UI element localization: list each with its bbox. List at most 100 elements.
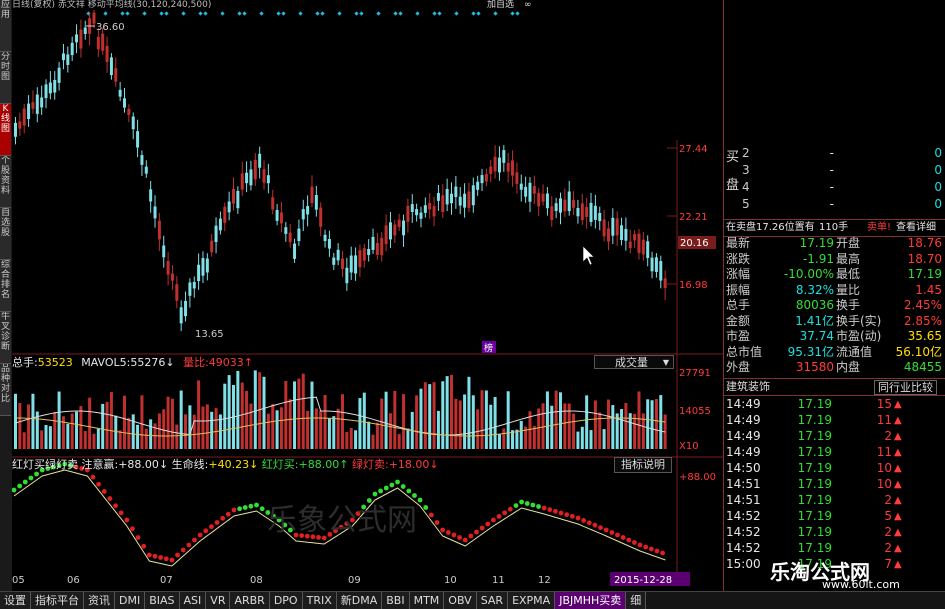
bid-volume: 0 bbox=[934, 197, 942, 211]
ratio-arrow-icon: ↑ bbox=[243, 356, 254, 369]
bottom-tab[interactable]: BIAS bbox=[145, 592, 180, 609]
candle bbox=[44, 84, 48, 99]
bottom-tab[interactable]: ASI bbox=[179, 592, 207, 609]
marker-label[interactable]: 榜 bbox=[484, 342, 493, 354]
quote-value: 35.65 bbox=[907, 329, 942, 343]
candle bbox=[572, 200, 576, 208]
volume-bar bbox=[646, 399, 650, 449]
volume-bar bbox=[205, 404, 209, 449]
bid-level[interactable]: 4 - 0 bbox=[724, 180, 945, 195]
sidebar-tab[interactable]: 综合排名 bbox=[0, 260, 11, 312]
volume-bar bbox=[484, 390, 488, 449]
volume-bar bbox=[515, 429, 519, 449]
sidebar-tab[interactable]: 品种对比 bbox=[0, 364, 11, 416]
candle bbox=[319, 207, 323, 227]
diamond-mark bbox=[125, 11, 130, 16]
candle bbox=[541, 193, 545, 202]
volume-bar bbox=[493, 397, 497, 449]
diamond-mark bbox=[198, 11, 203, 16]
order-notice[interactable]: 在卖盘17.26位置有 110手 卖单! 查看详细 bbox=[724, 219, 945, 237]
sell-dot bbox=[146, 552, 152, 558]
candle bbox=[502, 150, 506, 163]
chart-area[interactable]: 36.60 13.65 27.44 22.21 16.98 20.16 榜 27… bbox=[12, 10, 723, 591]
bottom-tab[interactable]: 设置 bbox=[0, 592, 31, 609]
sidebar-tab[interactable]: 应用 bbox=[0, 0, 11, 52]
volume-bar bbox=[480, 390, 484, 449]
bid-level[interactable]: 3 - 0 bbox=[724, 163, 945, 178]
bottom-tab[interactable]: SAR bbox=[476, 592, 509, 609]
arrow-up-icon: ▲ bbox=[894, 431, 902, 442]
add-watchlist-button[interactable]: 加自选 bbox=[487, 0, 514, 10]
volume-bar bbox=[175, 424, 179, 449]
bid-level[interactable]: 2 - 0 bbox=[724, 146, 945, 161]
quote-label: 换手 bbox=[836, 298, 861, 312]
indicator-help-button[interactable]: 指标说明 bbox=[614, 457, 672, 473]
candle bbox=[249, 169, 253, 186]
volume-bar bbox=[53, 411, 57, 449]
dropdown-value: 成交量 bbox=[615, 356, 648, 369]
volume-bar bbox=[511, 430, 515, 449]
sell-dot bbox=[496, 514, 502, 519]
volume-indicator-dropdown[interactable]: 成交量 ▼ bbox=[594, 355, 674, 369]
candle bbox=[532, 186, 536, 194]
bottom-tab[interactable]: TRIX bbox=[302, 592, 337, 609]
sidebar-tab[interactable]: 自选股 bbox=[0, 208, 11, 260]
candle bbox=[641, 239, 645, 255]
sidebar-tab[interactable]: K线图 bbox=[0, 104, 11, 156]
tab-industry[interactable]: 建筑装饰 bbox=[726, 379, 770, 395]
sidebar-tab[interactable]: 个股资料 bbox=[0, 156, 11, 208]
bottom-tab[interactable]: MTM bbox=[409, 592, 445, 609]
indicator-name[interactable]: 红灯买绿灯卖 bbox=[12, 458, 78, 471]
volume-bar bbox=[423, 382, 427, 449]
candle bbox=[223, 206, 227, 223]
bottom-tab[interactable]: 新DMA bbox=[336, 592, 383, 609]
volume-bar bbox=[123, 395, 126, 449]
volume-bar bbox=[310, 381, 314, 449]
sidebar-tab[interactable]: 分时图 bbox=[0, 52, 11, 104]
notice-count: 110手 bbox=[819, 222, 849, 233]
sell-dot bbox=[479, 525, 485, 531]
bid-level[interactable]: 5 - 0 bbox=[724, 197, 945, 212]
quote-value: -10.00% bbox=[783, 267, 834, 281]
bottom-tab[interactable]: DMI bbox=[115, 592, 146, 609]
candle bbox=[410, 204, 414, 213]
tab-industry-compare[interactable]: 同行业比较 bbox=[874, 380, 937, 395]
notice-detail-link[interactable]: 查看详细 bbox=[896, 220, 936, 235]
bottom-tab[interactable]: VR bbox=[206, 592, 231, 609]
bottom-tab[interactable]: DPO bbox=[269, 592, 303, 609]
candle bbox=[476, 181, 480, 190]
ratio-value: 49033 bbox=[208, 356, 244, 369]
sidebar-tab[interactable]: 牛叉诊断 bbox=[0, 312, 11, 364]
volume-bar bbox=[611, 405, 615, 449]
candle bbox=[184, 300, 188, 317]
candle bbox=[175, 284, 179, 301]
link-icon[interactable]: ∞ bbox=[524, 0, 532, 10]
volume-bar bbox=[18, 403, 22, 449]
volume-bar bbox=[170, 398, 174, 449]
bottom-tab[interactable]: BBI bbox=[382, 592, 410, 609]
volume-bar bbox=[388, 413, 392, 449]
candle bbox=[511, 160, 515, 176]
volume-bar bbox=[445, 376, 449, 449]
low-price-label: 13.65 bbox=[195, 329, 224, 340]
candle bbox=[40, 97, 44, 108]
quote-label: 外盘 bbox=[726, 360, 751, 374]
buy-dot bbox=[34, 471, 39, 477]
bottom-tab[interactable]: ARBR bbox=[230, 592, 270, 609]
candle bbox=[236, 190, 240, 209]
sell-dot bbox=[96, 481, 101, 487]
buy-dot bbox=[378, 488, 383, 494]
candle bbox=[262, 169, 266, 183]
diamond-mark bbox=[259, 11, 264, 16]
bottom-tab[interactable]: JBJMHH买卖 bbox=[555, 592, 627, 609]
bottom-tab[interactable]: 指标平台 bbox=[31, 592, 84, 609]
volume-ma-line bbox=[15, 396, 666, 436]
bottom-tab[interactable]: EXPMA bbox=[508, 592, 556, 609]
bottom-tab[interactable]: OBV bbox=[444, 592, 477, 609]
bottom-tab[interactable]: 细 bbox=[626, 592, 647, 609]
candle bbox=[332, 257, 336, 265]
tick-price: 17.19 bbox=[797, 493, 832, 507]
volume-bar bbox=[397, 434, 401, 449]
volume-bar bbox=[572, 413, 576, 449]
bottom-tab[interactable]: 资讯 bbox=[84, 592, 115, 609]
